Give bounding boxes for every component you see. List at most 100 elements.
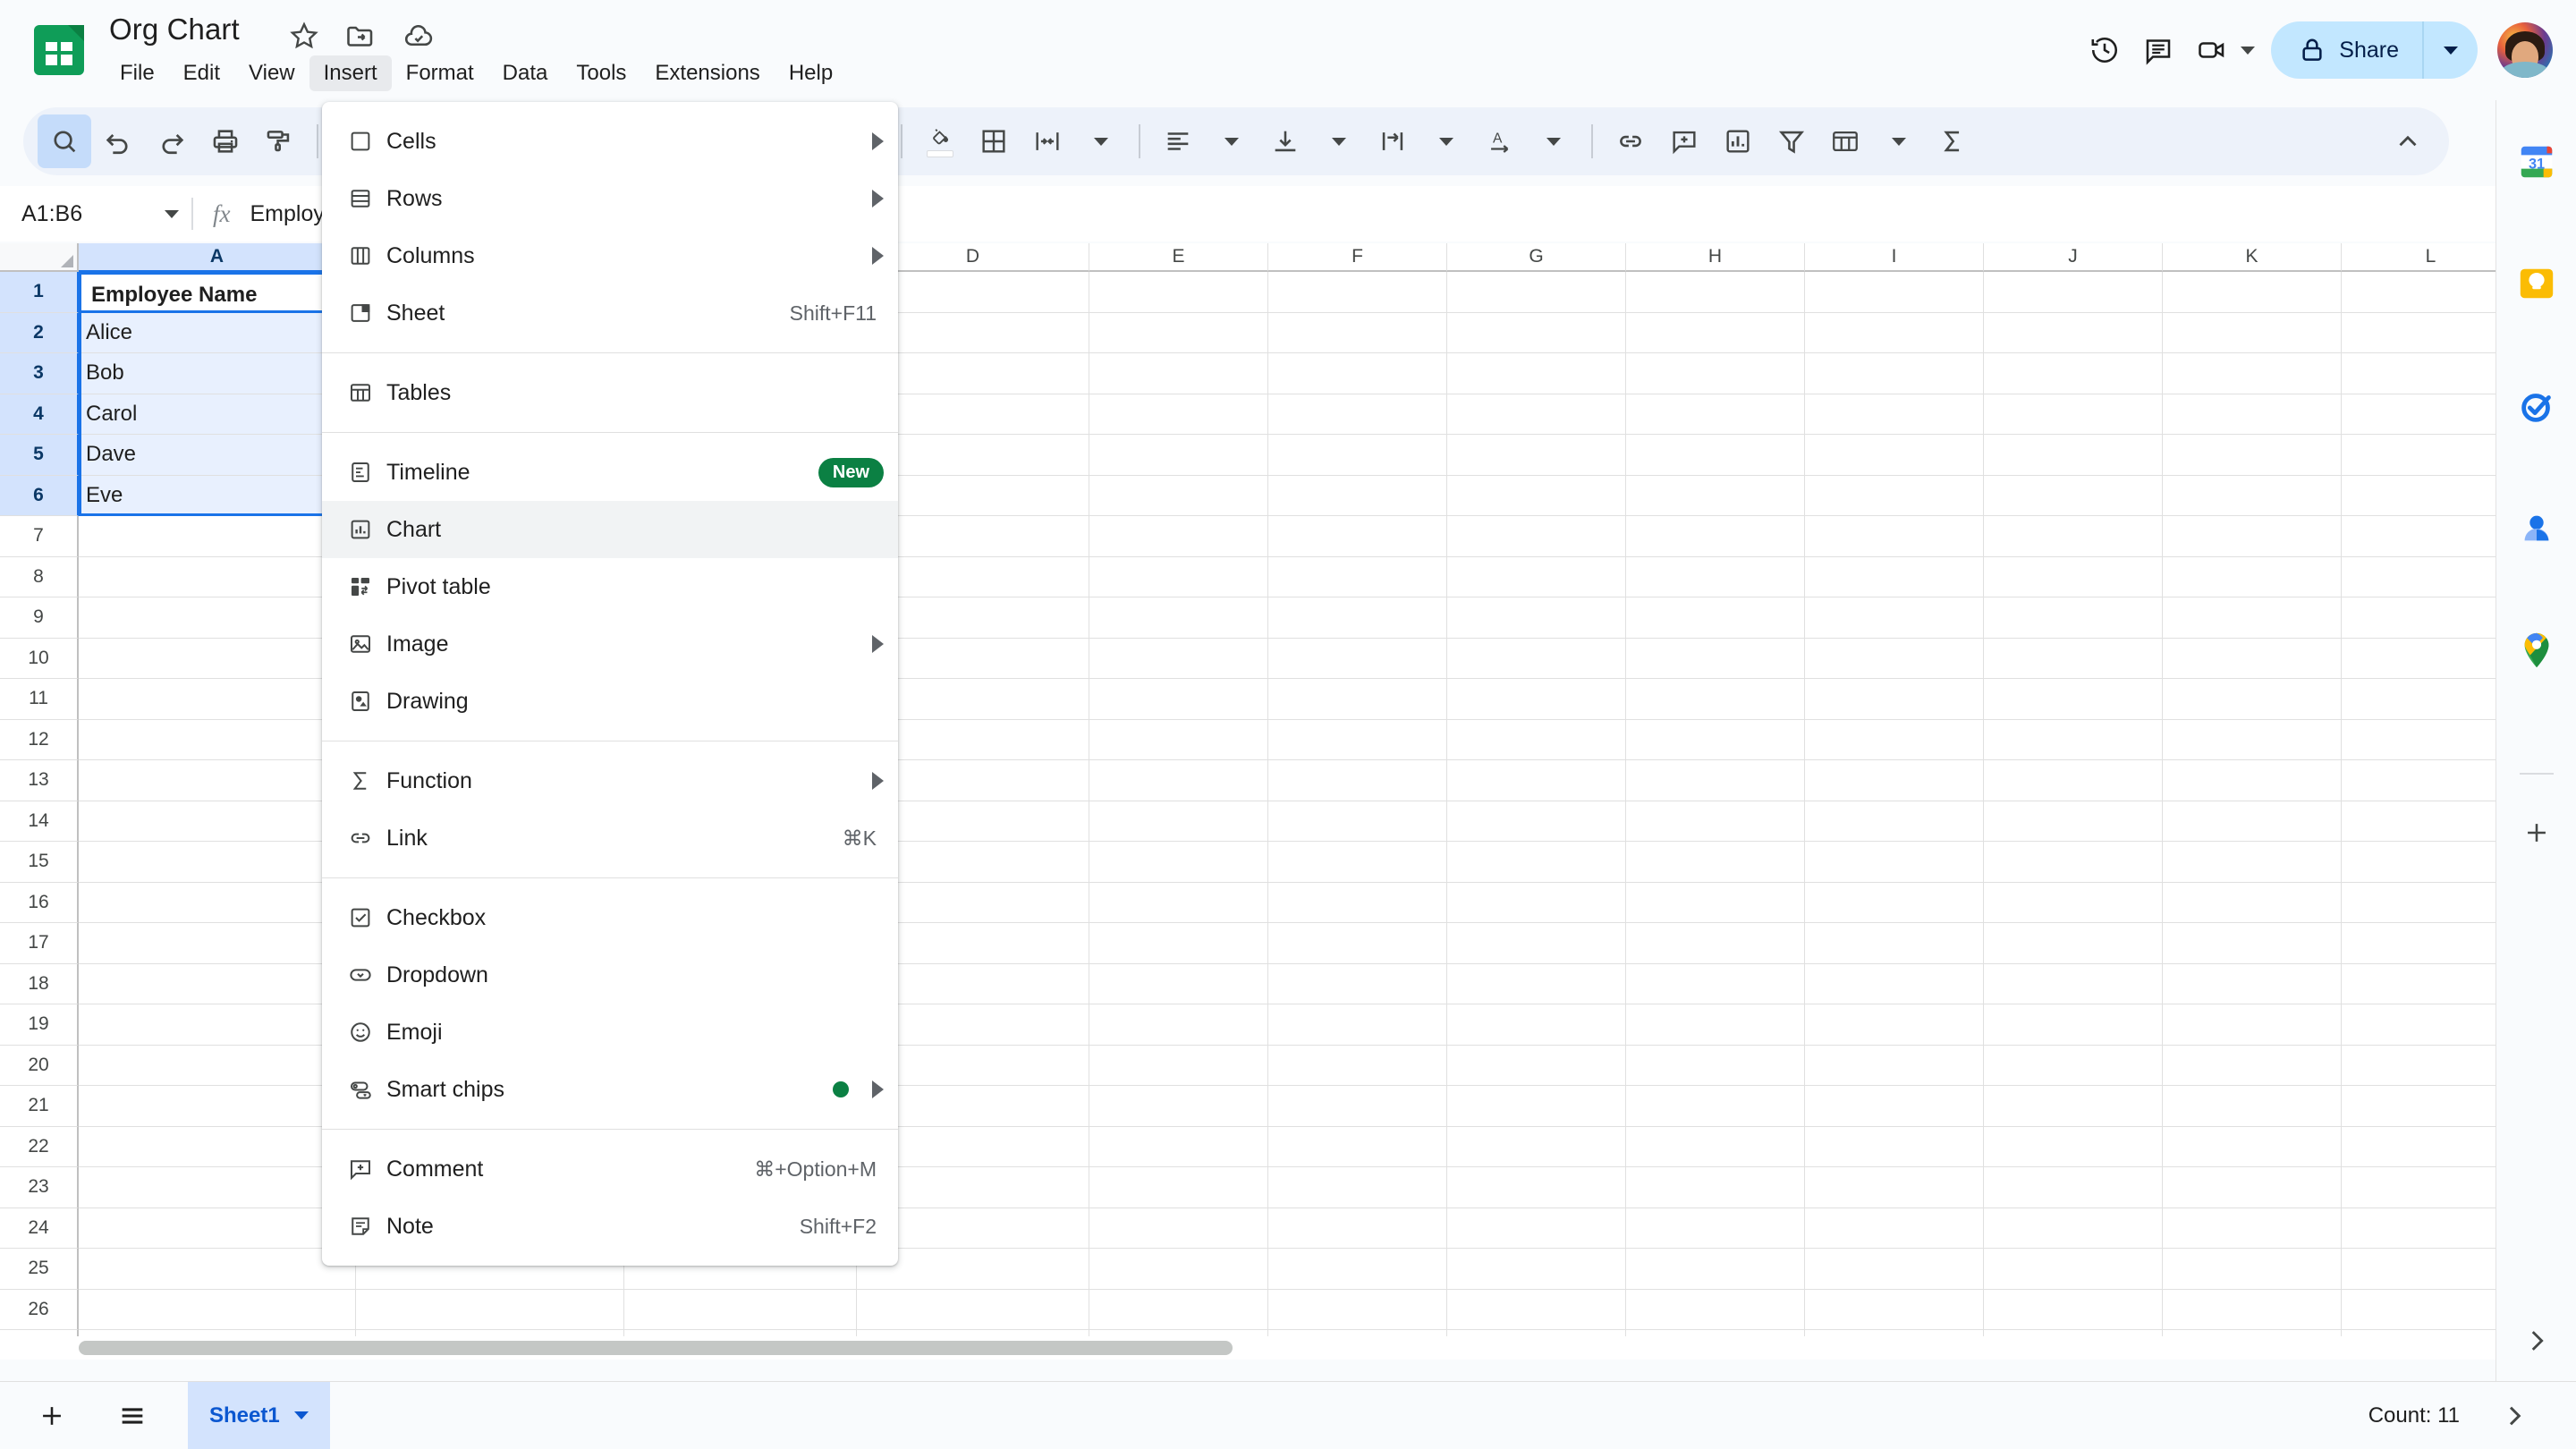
google-keep-icon[interactable] [2516, 263, 2557, 304]
cell-E21[interactable] [1089, 1086, 1268, 1127]
cell-E13[interactable] [1089, 760, 1268, 801]
cell-K24[interactable] [2163, 1208, 2342, 1249]
cell-A15[interactable] [79, 842, 356, 883]
horizontal-align-button[interactable] [1151, 114, 1205, 168]
cell-G10[interactable] [1447, 638, 1626, 679]
menu-item-tables[interactable]: Tables [322, 364, 898, 421]
menu-item-checkbox[interactable]: Checkbox [322, 889, 898, 946]
cell-K23[interactable] [2163, 1167, 2342, 1208]
row-header-9[interactable]: 9 [0, 597, 79, 639]
insert-chart-button[interactable] [1711, 114, 1765, 168]
cell-A7[interactable] [79, 516, 356, 557]
cell-E4[interactable] [1089, 394, 1268, 435]
cell-E14[interactable] [1089, 801, 1268, 842]
cell-L26[interactable] [2342, 1290, 2496, 1330]
cell-H23[interactable] [1626, 1167, 1805, 1208]
cell-E18[interactable] [1089, 963, 1268, 1004]
menu-file[interactable]: File [106, 55, 169, 91]
cell-I20[interactable] [1805, 1045, 1984, 1086]
cell-H18[interactable] [1626, 963, 1805, 1004]
menu-view[interactable]: View [234, 55, 309, 91]
undo-button[interactable] [91, 114, 145, 168]
cell-K25[interactable] [2163, 1249, 2342, 1290]
cell-I6[interactable] [1805, 475, 1984, 516]
row-header-17[interactable]: 17 [0, 923, 79, 964]
row-header-14[interactable]: 14 [0, 801, 79, 842]
avatar[interactable] [2497, 22, 2553, 78]
cell-A16[interactable] [79, 882, 356, 923]
cell-J8[interactable] [1984, 556, 2163, 597]
menu-item-link[interactable]: Link ⌘K [322, 809, 898, 867]
cell-H3[interactable] [1626, 353, 1805, 394]
cell-G21[interactable] [1447, 1086, 1626, 1127]
cloud-saved-icon[interactable] [402, 20, 435, 52]
functions-button[interactable] [1926, 114, 1979, 168]
cell-F26[interactable] [1268, 1289, 1447, 1330]
cell-F6[interactable] [1268, 475, 1447, 516]
cell-A9[interactable] [79, 597, 356, 639]
menu-extensions[interactable]: Extensions [640, 55, 774, 91]
cell-A25[interactable] [79, 1249, 356, 1290]
cell-K7[interactable] [2163, 516, 2342, 557]
menu-edit[interactable]: Edit [169, 55, 234, 91]
cell-I13[interactable] [1805, 760, 1984, 801]
search-button[interactable] [38, 114, 91, 168]
cell-I8[interactable] [1805, 556, 1984, 597]
cell-I3[interactable] [1805, 353, 1984, 394]
menu-data[interactable]: Data [488, 55, 563, 91]
google-meet-button[interactable] [2185, 23, 2256, 77]
cell-G15[interactable] [1447, 842, 1626, 883]
sheets-logo-icon[interactable] [34, 25, 84, 75]
cell-H16[interactable] [1626, 882, 1805, 923]
cell-E10[interactable] [1089, 638, 1268, 679]
horizontal-align-dropdown[interactable] [1205, 114, 1258, 168]
row-header-5[interactable]: 5 [0, 435, 79, 476]
cell-H1[interactable] [1626, 272, 1805, 313]
column-header-A[interactable]: A [79, 243, 356, 272]
cell-K15[interactable] [2163, 842, 2342, 883]
cell-B26[interactable] [356, 1289, 624, 1330]
cell-H25[interactable] [1626, 1249, 1805, 1290]
cell-F15[interactable] [1268, 842, 1447, 883]
cell-I22[interactable] [1805, 1126, 1984, 1167]
cell-L15[interactable] [2342, 842, 2496, 883]
cell-L19[interactable] [2342, 1004, 2496, 1046]
row-header-24[interactable]: 24 [0, 1208, 79, 1249]
cell-L5[interactable] [2342, 435, 2496, 476]
row-header-2[interactable]: 2 [0, 312, 79, 353]
cell-E17[interactable] [1089, 923, 1268, 964]
cell-H19[interactable] [1626, 1004, 1805, 1046]
row-header-21[interactable]: 21 [0, 1086, 79, 1127]
cell-I26[interactable] [1805, 1289, 1984, 1330]
cell-E12[interactable] [1089, 719, 1268, 760]
cell-J22[interactable] [1984, 1126, 2163, 1167]
cell-J9[interactable] [1984, 597, 2163, 639]
sheet-tab-sheet1[interactable]: Sheet1 [188, 1381, 330, 1449]
create-filter-button[interactable] [1765, 114, 1818, 168]
cell-I10[interactable] [1805, 638, 1984, 679]
column-header-F[interactable]: F [1268, 243, 1447, 272]
cell-L7[interactable] [2342, 516, 2496, 557]
cell-F16[interactable] [1268, 882, 1447, 923]
cell-E9[interactable] [1089, 597, 1268, 639]
cell-H14[interactable] [1626, 801, 1805, 842]
column-header-I[interactable]: I [1805, 243, 1984, 272]
cell-K8[interactable] [2163, 556, 2342, 597]
cell-E8[interactable] [1089, 556, 1268, 597]
menu-insert[interactable]: Insert [309, 55, 392, 91]
cell-A22[interactable] [79, 1126, 356, 1167]
cell-A20[interactable] [79, 1045, 356, 1086]
cell-J20[interactable] [1984, 1045, 2163, 1086]
cell-G18[interactable] [1447, 963, 1626, 1004]
cell-E1[interactable] [1089, 272, 1268, 313]
menu-item-function[interactable]: Function [322, 752, 898, 809]
cell-F17[interactable] [1268, 923, 1447, 964]
cell-H12[interactable] [1626, 719, 1805, 760]
cell-K18[interactable] [2163, 963, 2342, 1004]
cell-G24[interactable] [1447, 1208, 1626, 1249]
cell-K17[interactable] [2163, 923, 2342, 964]
print-button[interactable] [199, 114, 252, 168]
cell-A1[interactable]: Employee Name [79, 272, 356, 313]
cell-L13[interactable] [2342, 760, 2496, 801]
cell-H8[interactable] [1626, 556, 1805, 597]
